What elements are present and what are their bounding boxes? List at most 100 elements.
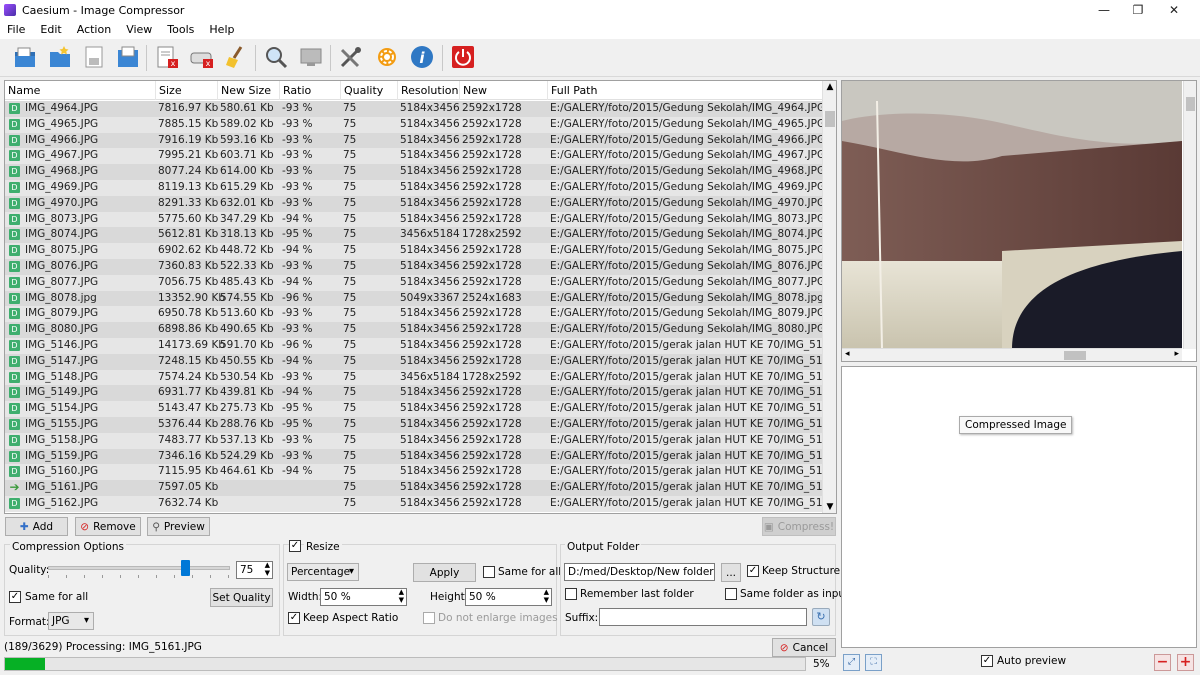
preview-horizontal-scrollbar[interactable]: ◂ ▸ xyxy=(842,348,1182,361)
close-window-button[interactable]: ✕ xyxy=(1156,0,1192,20)
minimize-button[interactable]: — xyxy=(1086,0,1122,20)
save-all-icon[interactable] xyxy=(113,42,143,72)
column-header-resolution[interactable]: Resolution xyxy=(398,81,460,100)
table-row[interactable]: D IMG_8075.JPG 6902.62 Kb 448.72 Kb -94 % 75 5… xyxy=(5,243,825,259)
table-row[interactable]: D IMG_5154.JPG 5143.47 Kb 275.73 Kb -95 % 75 5… xyxy=(5,401,836,417)
clear-list-icon[interactable] xyxy=(221,42,251,72)
scroll-up-icon[interactable]: ▲ xyxy=(824,81,836,93)
preview-vertical-scrollbar[interactable] xyxy=(1183,81,1196,349)
options-gear-icon[interactable] xyxy=(372,42,402,72)
table-row[interactable]: D IMG_5155.JPG 5376.44 Kb 288.76 Kb -95 % 75 5… xyxy=(5,416,836,433)
refresh-suffix-icon[interactable]: ↻ xyxy=(812,608,830,626)
column-header-name[interactable]: Name xyxy=(5,81,156,100)
keep-structure-checkbox[interactable]: ✓ xyxy=(747,565,759,577)
column-header-new-resolution[interactable]: New Resolution xyxy=(460,81,548,116)
table-row[interactable]: D IMG_8076.JPG 7360.83 Kb 522.33 Kb -93 % 75 5… xyxy=(5,258,825,275)
save-icon[interactable] xyxy=(79,42,109,72)
original-image-preview[interactable]: ◂ ▸ xyxy=(841,80,1197,362)
resize-same-for-all-checkbox[interactable] xyxy=(483,566,495,578)
preview-scroll-thumb[interactable] xyxy=(1186,97,1195,111)
table-row[interactable]: D IMG_4967.JPG 7995.21 Kb 603.71 Kb -93 % 75 5… xyxy=(5,148,825,165)
table-row[interactable]: D IMG_5162.JPG 7632.74 Kb 75 5184x3456 2592x1… xyxy=(5,495,836,512)
menu-action[interactable]: Action xyxy=(70,23,119,36)
menu-tools[interactable]: Tools xyxy=(160,23,202,36)
compressed-image-preview[interactable]: Compressed Image xyxy=(841,366,1197,648)
quality-slider[interactable] xyxy=(48,560,230,576)
table-row[interactable]: D IMG_5160.JPG 7115.95 Kb 464.61 Kb -94 % 75 5… xyxy=(5,464,836,481)
table-vertical-scrollbar[interactable]: ▲ ▼ xyxy=(822,81,836,513)
remove-all-icon[interactable]: x xyxy=(187,42,217,72)
auto-preview-checkbox[interactable]: ✓ xyxy=(981,655,993,667)
compress-display-icon[interactable] xyxy=(296,42,326,72)
compress-button[interactable]: ▣ Compress! xyxy=(762,517,836,536)
apply-button[interactable]: Apply xyxy=(413,563,476,582)
remember-last-folder-checkbox[interactable] xyxy=(565,588,577,600)
maximize-button[interactable]: ❐ xyxy=(1120,0,1156,20)
spin-arrows-icon[interactable]: ▲ ▼ xyxy=(399,588,404,604)
table-row[interactable]: D IMG_8077.JPG 7056.75 Kb 485.43 Kb -94 % 75 5… xyxy=(5,274,825,291)
table-row[interactable]: D IMG_5158.JPG 7483.77 Kb 537.13 Kb -93 % 75 5… xyxy=(5,432,836,449)
preview-icon[interactable] xyxy=(261,42,291,72)
table-row[interactable]: D IMG_4965.JPG 7885.15 Kb 589.02 Kb -93 % 75 5… xyxy=(5,116,825,133)
zoom-in-icon[interactable]: + xyxy=(1177,654,1194,671)
keep-aspect-ratio-checkbox[interactable]: ✓ xyxy=(288,612,300,624)
table-row[interactable]: D IMG_4969.JPG 8119.13 Kb 615.29 Kb -93 % 75 5… xyxy=(5,179,825,196)
same-folder-as-input-checkbox[interactable] xyxy=(725,588,737,600)
table-row[interactable]: D IMG_5149.JPG 6931.77 Kb 439.81 Kb -94 % 75 5… xyxy=(5,385,836,402)
table-row[interactable]: D IMG_4966.JPG 7916.19 Kb 593.16 Kb -93 % 75 5… xyxy=(5,132,825,149)
file-list-table[interactable]: Name Size New Size Ratio Quality Resolut… xyxy=(4,80,837,514)
open-file-icon[interactable] xyxy=(10,42,40,72)
menu-help[interactable]: Help xyxy=(202,23,242,36)
spin-arrows-icon[interactable]: ▲ ▼ xyxy=(544,588,549,604)
info-icon[interactable]: i xyxy=(407,42,437,72)
output-folder-input[interactable]: D:/med/Desktop/New folder xyxy=(564,563,715,581)
do-not-enlarge-checkbox[interactable] xyxy=(423,612,435,624)
table-row[interactable]: D IMG_4970.JPG 8291.33 Kb 632.01 Kb -93 % 75 5… xyxy=(5,195,825,212)
spin-arrows-icon[interactable]: ▲ ▼ xyxy=(265,561,270,577)
actual-size-icon[interactable]: ⛶ xyxy=(865,654,882,671)
zoom-out-icon[interactable]: − xyxy=(1154,654,1171,671)
height-spinbox[interactable]: 50 % ▲ ▼ xyxy=(465,588,552,606)
menu-file[interactable]: File xyxy=(0,23,33,36)
remove-button[interactable]: ⊘ Remove xyxy=(75,517,141,536)
add-button[interactable]: ✚ Add xyxy=(5,517,68,536)
scroll-right-icon[interactable]: ▸ xyxy=(1174,349,1179,359)
table-row[interactable]: D IMG_5148.JPG 7574.24 Kb 530.54 Kb -93 % 75 3… xyxy=(5,369,836,386)
table-row[interactable]: D IMG_5159.JPG 7346.16 Kb 524.29 Kb -93 % 75 5… xyxy=(5,448,836,465)
set-quality-button[interactable]: Set Quality xyxy=(210,588,273,607)
scroll-down-icon[interactable]: ▼ xyxy=(824,501,836,513)
table-row[interactable]: ➔ IMG_5161.JPG 7597.05 Kb 75 5184x3456 2592x1… xyxy=(5,480,836,496)
table-row[interactable]: D IMG_4964.JPG 7816.97 Kb 580.61 Kb -93 % 75 5… xyxy=(5,101,825,117)
column-header-full-path[interactable]: Full Path xyxy=(548,81,823,100)
table-scroll-thumb[interactable] xyxy=(825,111,835,127)
fit-to-window-icon[interactable]: ⤢ xyxy=(843,654,860,671)
table-row[interactable]: D IMG_8080.JPG 6898.86 Kb 490.65 Kb -93 % 75 5… xyxy=(5,322,825,338)
table-row[interactable]: D IMG_5146.JPG 14173.69 Kb 591.70 Kb -96 % 75… xyxy=(5,337,836,354)
open-folder-icon[interactable] xyxy=(45,42,75,72)
table-row[interactable]: D IMG_8078.jpg 13352.90 Kb 574.55 Kb -96 % 75… xyxy=(5,290,824,307)
column-header-size[interactable]: Size xyxy=(156,81,218,100)
menu-edit[interactable]: Edit xyxy=(33,23,69,36)
table-row[interactable]: D IMG_8074.JPG 5612.81 Kb 318.13 Kb -95 % 75 3… xyxy=(5,227,825,244)
suffix-input[interactable] xyxy=(599,608,807,626)
preview-button[interactable]: ⚲ Preview xyxy=(147,517,210,536)
column-header-quality[interactable]: Quality xyxy=(341,81,398,100)
table-row[interactable]: D IMG_5147.JPG 7248.15 Kb 450.55 Kb -94 % 75 5… xyxy=(5,353,836,370)
cancel-button[interactable]: ⊘ Cancel xyxy=(772,638,836,657)
exit-icon[interactable] xyxy=(448,42,478,72)
table-row[interactable]: D IMG_4968.JPG 8077.24 Kb 614.00 Kb -93 % 75 5… xyxy=(5,164,825,180)
column-header-ratio[interactable]: Ratio xyxy=(280,81,341,100)
resize-checkbox[interactable]: ✓ xyxy=(289,540,301,552)
quality-spinbox[interactable]: 75 ▲ ▼ xyxy=(236,561,273,579)
table-row[interactable]: D IMG_8079.JPG 6950.78 Kb 513.60 Kb -93 % 75 5… xyxy=(5,306,825,323)
width-spinbox[interactable]: 50 % ▲ ▼ xyxy=(320,588,407,606)
preview-hscroll-thumb[interactable] xyxy=(1064,351,1086,360)
scroll-left-icon[interactable]: ◂ xyxy=(845,349,850,359)
quality-same-for-all-checkbox[interactable]: ✓ xyxy=(9,591,21,603)
browse-folder-button[interactable]: ... xyxy=(721,563,741,582)
table-row[interactable]: D IMG_8073.JPG 5775.60 Kb 347.29 Kb -94 % 75 5… xyxy=(5,211,825,228)
format-select[interactable]: JPG xyxy=(48,612,94,630)
settings-icon[interactable] xyxy=(336,42,366,72)
quality-slider-thumb[interactable] xyxy=(181,560,190,576)
menu-view[interactable]: View xyxy=(119,23,160,36)
